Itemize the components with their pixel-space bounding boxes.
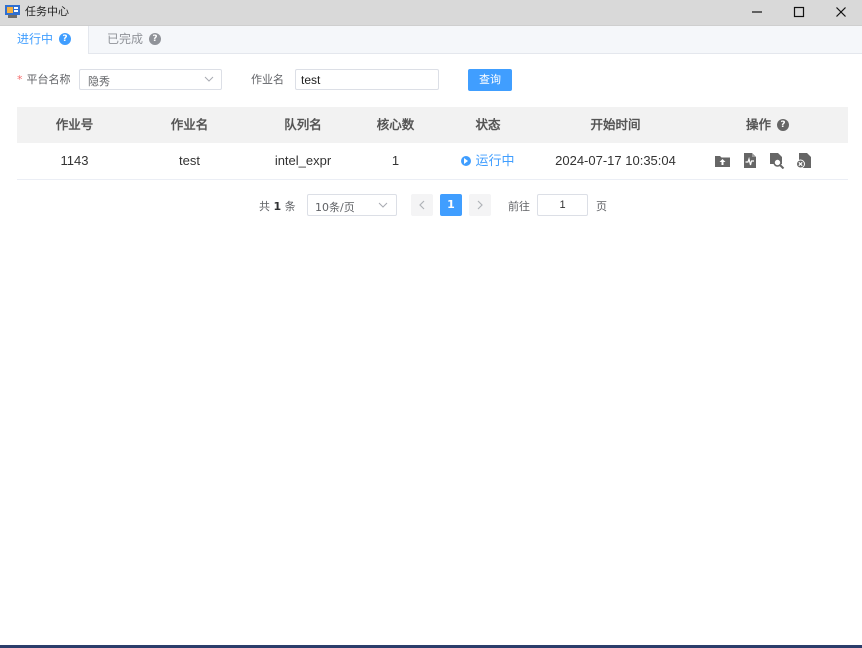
pagination-total: 共 1 条 <box>259 200 296 213</box>
tab-bar: 进行中? 已完成? <box>0 26 862 54</box>
chevron-right-icon <box>477 200 483 210</box>
app-icon <box>5 5 20 18</box>
help-icon[interactable]: ? <box>777 118 789 131</box>
column-header-start-time: 开始时间 <box>590 117 641 132</box>
title-bar: 任务中心 <box>0 0 862 26</box>
next-page-button[interactable] <box>469 194 491 216</box>
required-mark: * <box>17 73 23 86</box>
table-row: 1143 test intel_expr 1 运行中 2024-07-17 10… <box>17 143 848 180</box>
maximize-button[interactable] <box>778 0 820 25</box>
cell-cores: 1 <box>391 153 400 168</box>
column-header-queue: 队列名 <box>284 117 322 132</box>
tab-completed[interactable]: 已完成? <box>90 26 180 53</box>
close-icon <box>836 7 846 17</box>
column-header-actions: 操作? <box>687 107 848 143</box>
status-text: 运行中 <box>475 153 515 168</box>
chevron-left-icon <box>419 200 425 210</box>
tab-running-label: 进行中 <box>17 32 54 46</box>
cell-job-id: 1143 <box>60 153 89 168</box>
platform-select-value: 隐秀 <box>88 75 110 88</box>
help-icon[interactable]: ? <box>149 32 162 45</box>
minimize-icon <box>752 11 762 13</box>
goto-label: 前往 <box>508 200 530 213</box>
platform-select[interactable]: 隐秀 <box>79 69 222 90</box>
maximize-icon <box>793 6 805 18</box>
tab-completed-label: 已完成 <box>107 32 144 46</box>
column-header-status: 状态 <box>475 117 501 132</box>
total-count: 1 <box>273 200 282 213</box>
minimize-button[interactable] <box>736 0 778 25</box>
close-button[interactable] <box>820 0 862 25</box>
tab-running[interactable]: 进行中? <box>0 26 89 54</box>
window-title: 任务中心 <box>25 5 69 18</box>
cell-status: 运行中 <box>432 143 544 178</box>
help-icon[interactable]: ? <box>59 32 72 45</box>
job-name-input[interactable] <box>295 69 439 90</box>
prev-page-button[interactable] <box>411 194 433 216</box>
chevron-down-icon <box>378 202 388 208</box>
cell-start-time: 2024-07-17 10:35:04 <box>555 153 676 168</box>
table-header: 作业号 作业名 队列名 核心数 状态 开始时间 操作? <box>17 107 848 144</box>
page-number-1[interactable]: 1 <box>440 194 462 216</box>
cell-job-name: test <box>179 153 200 168</box>
goto-page-input[interactable] <box>537 194 588 216</box>
page-size-value: 10条/页 <box>315 201 355 214</box>
page-size-select[interactable]: 10条/页 <box>307 194 397 216</box>
file-search-icon[interactable] <box>768 152 785 169</box>
cell-queue: intel_expr <box>274 153 332 168</box>
goto-unit-label: 页 <box>596 200 607 213</box>
job-name-label: 作业名 <box>251 73 284 86</box>
running-status-icon <box>461 155 472 166</box>
platform-label: * 平台名称 <box>17 73 71 86</box>
column-header-job-id: 作业号 <box>55 117 94 132</box>
file-cancel-icon[interactable] <box>795 152 812 169</box>
query-button[interactable]: 查询 <box>468 69 512 91</box>
chevron-down-icon <box>204 76 214 82</box>
file-signal-icon[interactable] <box>741 152 758 169</box>
column-header-cores: 核心数 <box>376 117 415 132</box>
upload-icon[interactable] <box>714 152 731 169</box>
column-header-job-name: 作业名 <box>170 117 209 132</box>
